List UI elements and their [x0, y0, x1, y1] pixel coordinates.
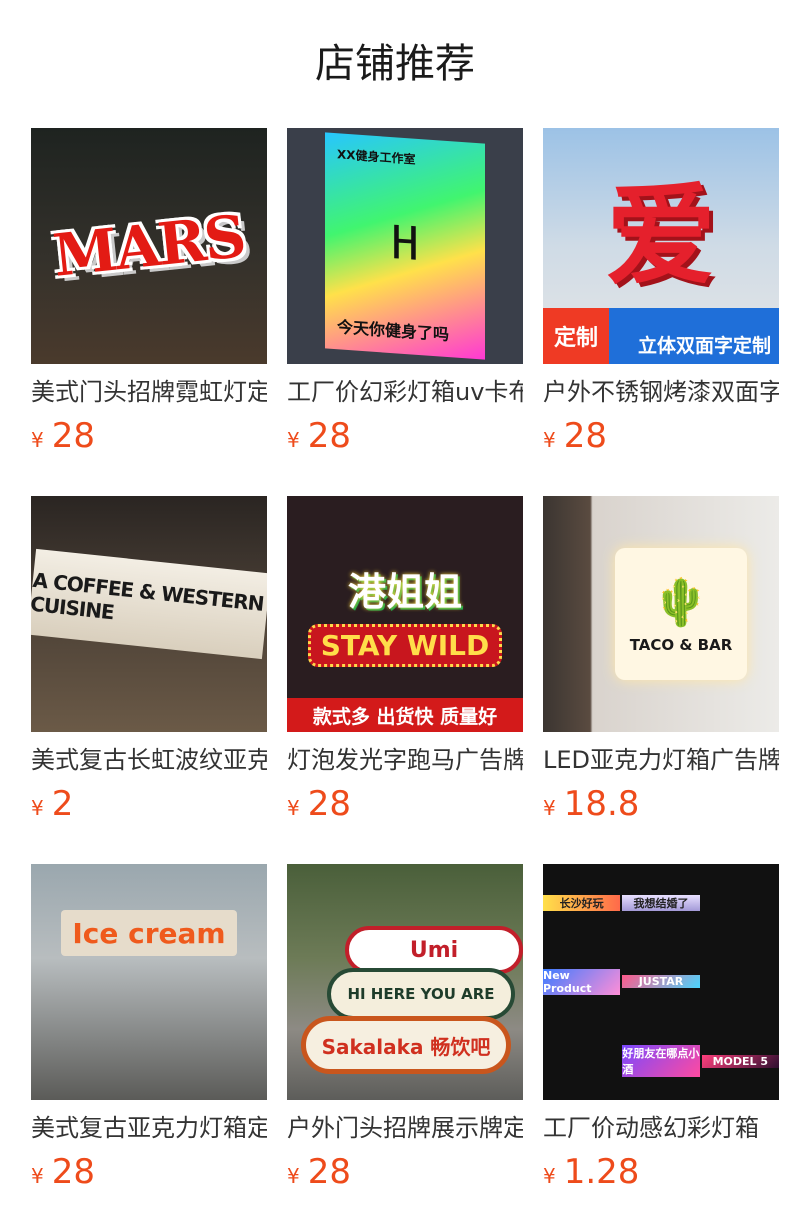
currency-symbol: ¥ — [543, 428, 556, 452]
sign-text: 港姐姐 — [347, 570, 462, 614]
product-image[interactable]: 爱 立体双面字定制 定制 — [543, 128, 779, 364]
product-price: ¥28 — [287, 414, 523, 458]
product-image[interactable]: 长沙好玩 我想结婚了 New Product JUSTAR 好朋友在哪点小酒 M… — [543, 864, 779, 1100]
product-image[interactable]: XX健身工作室 H 今天你健身了吗 — [287, 128, 523, 364]
sign-text: TACO & BAR — [629, 635, 733, 654]
collage-tile: 好朋友在哪点小酒 — [622, 1045, 700, 1078]
product-image[interactable]: Ice cream — [31, 864, 267, 1100]
product-price: ¥18.8 — [543, 782, 779, 826]
product-price: ¥28 — [31, 414, 267, 458]
currency-symbol: ¥ — [31, 796, 44, 820]
product-price: ¥28 — [543, 414, 779, 458]
lightbox-graphic: XX健身工作室 H 今天你健身了吗 — [325, 132, 485, 360]
product-name[interactable]: 户外不锈钢烤漆双面字定制 — [543, 376, 779, 408]
product-price: ¥1.28 — [543, 1150, 779, 1194]
product-card[interactable]: 长沙好玩 我想结婚了 New Product JUSTAR 好朋友在哪点小酒 M… — [543, 864, 779, 1194]
product-card[interactable]: Umi HI HERE YOU ARE Sakalaka 畅饮吧 户外门头招牌展… — [287, 864, 523, 1194]
product-name[interactable]: 灯泡发光字跑马广告牌定制 — [287, 744, 523, 776]
sign-text: Umi — [345, 926, 523, 974]
product-price: ¥28 — [31, 1150, 267, 1194]
collage-tile: 长沙好玩 — [543, 894, 621, 911]
banner-text: 立体双面字定制 — [637, 335, 771, 357]
price-value: 28 — [51, 1152, 95, 1192]
sign-text: STAY WILD — [307, 624, 503, 667]
product-name[interactable]: 美式复古亚克力灯箱定制 — [31, 1112, 267, 1144]
collage-tile: MODEL 5 — [701, 1054, 779, 1068]
product-card[interactable]: 🌵 TACO & BAR LED亚克力灯箱广告牌定制 ¥18.8 — [543, 496, 779, 826]
product-image[interactable]: Umi HI HERE YOU ARE Sakalaka 畅饮吧 — [287, 864, 523, 1100]
price-value: 1.28 — [563, 1152, 640, 1192]
currency-symbol: ¥ — [543, 1164, 556, 1188]
product-image[interactable]: A COFFEE & WESTERN CUISINE — [31, 496, 267, 732]
promo-banner: 款式多 出货快 质量好 — [287, 698, 523, 732]
product-card[interactable]: XX健身工作室 H 今天你健身了吗 工厂价幻彩灯箱uv卡布灯箱 ¥28 — [287, 128, 523, 458]
lightbox-graphic: A COFFEE & WESTERN CUISINE — [31, 548, 267, 660]
product-name[interactable]: 美式复古长虹波纹亚克力灯箱 — [31, 744, 267, 776]
product-name[interactable]: LED亚克力灯箱广告牌定制 — [543, 744, 779, 776]
sign-text: 爱 — [606, 172, 716, 300]
logo-mark: H — [391, 214, 419, 271]
currency-symbol: ¥ — [31, 1164, 44, 1188]
product-card[interactable]: MARS 美式门头招牌霓虹灯定制 ¥28 — [31, 128, 267, 458]
currency-symbol: ¥ — [287, 796, 300, 820]
section-title: 店铺推荐 — [315, 41, 475, 87]
price-value: 18.8 — [563, 784, 640, 824]
price-value: 28 — [563, 416, 607, 456]
collage-tile: New Product — [543, 968, 621, 995]
product-card[interactable]: 爱 立体双面字定制 定制 户外不锈钢烤漆双面字定制 ¥28 — [543, 128, 779, 458]
sign-text: A COFFEE & WESTERN CUISINE — [31, 567, 265, 625]
currency-symbol: ¥ — [543, 796, 556, 820]
currency-symbol: ¥ — [31, 428, 44, 452]
lightbox-graphic: 🌵 TACO & BAR — [615, 548, 747, 680]
price-value: 28 — [307, 416, 351, 456]
product-card[interactable]: Ice cream 美式复古亚克力灯箱定制 ¥28 — [31, 864, 267, 1194]
product-price: ¥28 — [287, 1150, 523, 1194]
product-card[interactable]: A COFFEE & WESTERN CUISINE 美式复古长虹波纹亚克力灯箱… — [31, 496, 267, 826]
currency-symbol: ¥ — [287, 428, 300, 452]
product-image[interactable]: MARS — [31, 128, 267, 364]
lightbox-graphic: Ice cream — [61, 910, 237, 956]
sign-text: Sakalaka 畅饮吧 — [301, 1016, 511, 1074]
product-name[interactable]: 工厂价幻彩灯箱uv卡布灯箱 — [287, 376, 523, 408]
product-name[interactable]: 户外门头招牌展示牌定制 — [287, 1112, 523, 1144]
product-name[interactable]: 美式门头招牌霓虹灯定制 — [31, 376, 267, 408]
collage-tile: JUSTAR — [622, 975, 700, 989]
sign-text: XX健身工作室 — [337, 147, 416, 167]
price-value: 28 — [307, 784, 351, 824]
collage-tile: 我想结婚了 — [622, 894, 700, 911]
product-price: ¥2 — [31, 782, 267, 826]
promo-tag: 定制 — [543, 308, 609, 364]
sign-text: Ice cream — [72, 916, 226, 950]
product-name[interactable]: 工厂价动感幻彩灯箱 — [543, 1112, 779, 1144]
currency-symbol: ¥ — [287, 1164, 300, 1188]
sign-text: HI HERE YOU ARE — [327, 968, 515, 1020]
sign-text: MARS — [50, 202, 248, 290]
price-value: 2 — [51, 784, 74, 824]
price-value: 28 — [51, 416, 95, 456]
product-price: ¥28 — [287, 782, 523, 826]
sign-text: 今天你健身了吗 — [337, 317, 450, 345]
product-card[interactable]: 港姐姐 STAY WILD 款式多 出货快 质量好 灯泡发光字跑马广告牌定制 ¥… — [287, 496, 523, 826]
product-image[interactable]: 港姐姐 STAY WILD 款式多 出货快 质量好 — [287, 496, 523, 732]
price-value: 28 — [307, 1152, 351, 1192]
cactus-icon: 🌵 — [652, 574, 710, 629]
product-image[interactable]: 🌵 TACO & BAR — [543, 496, 779, 732]
